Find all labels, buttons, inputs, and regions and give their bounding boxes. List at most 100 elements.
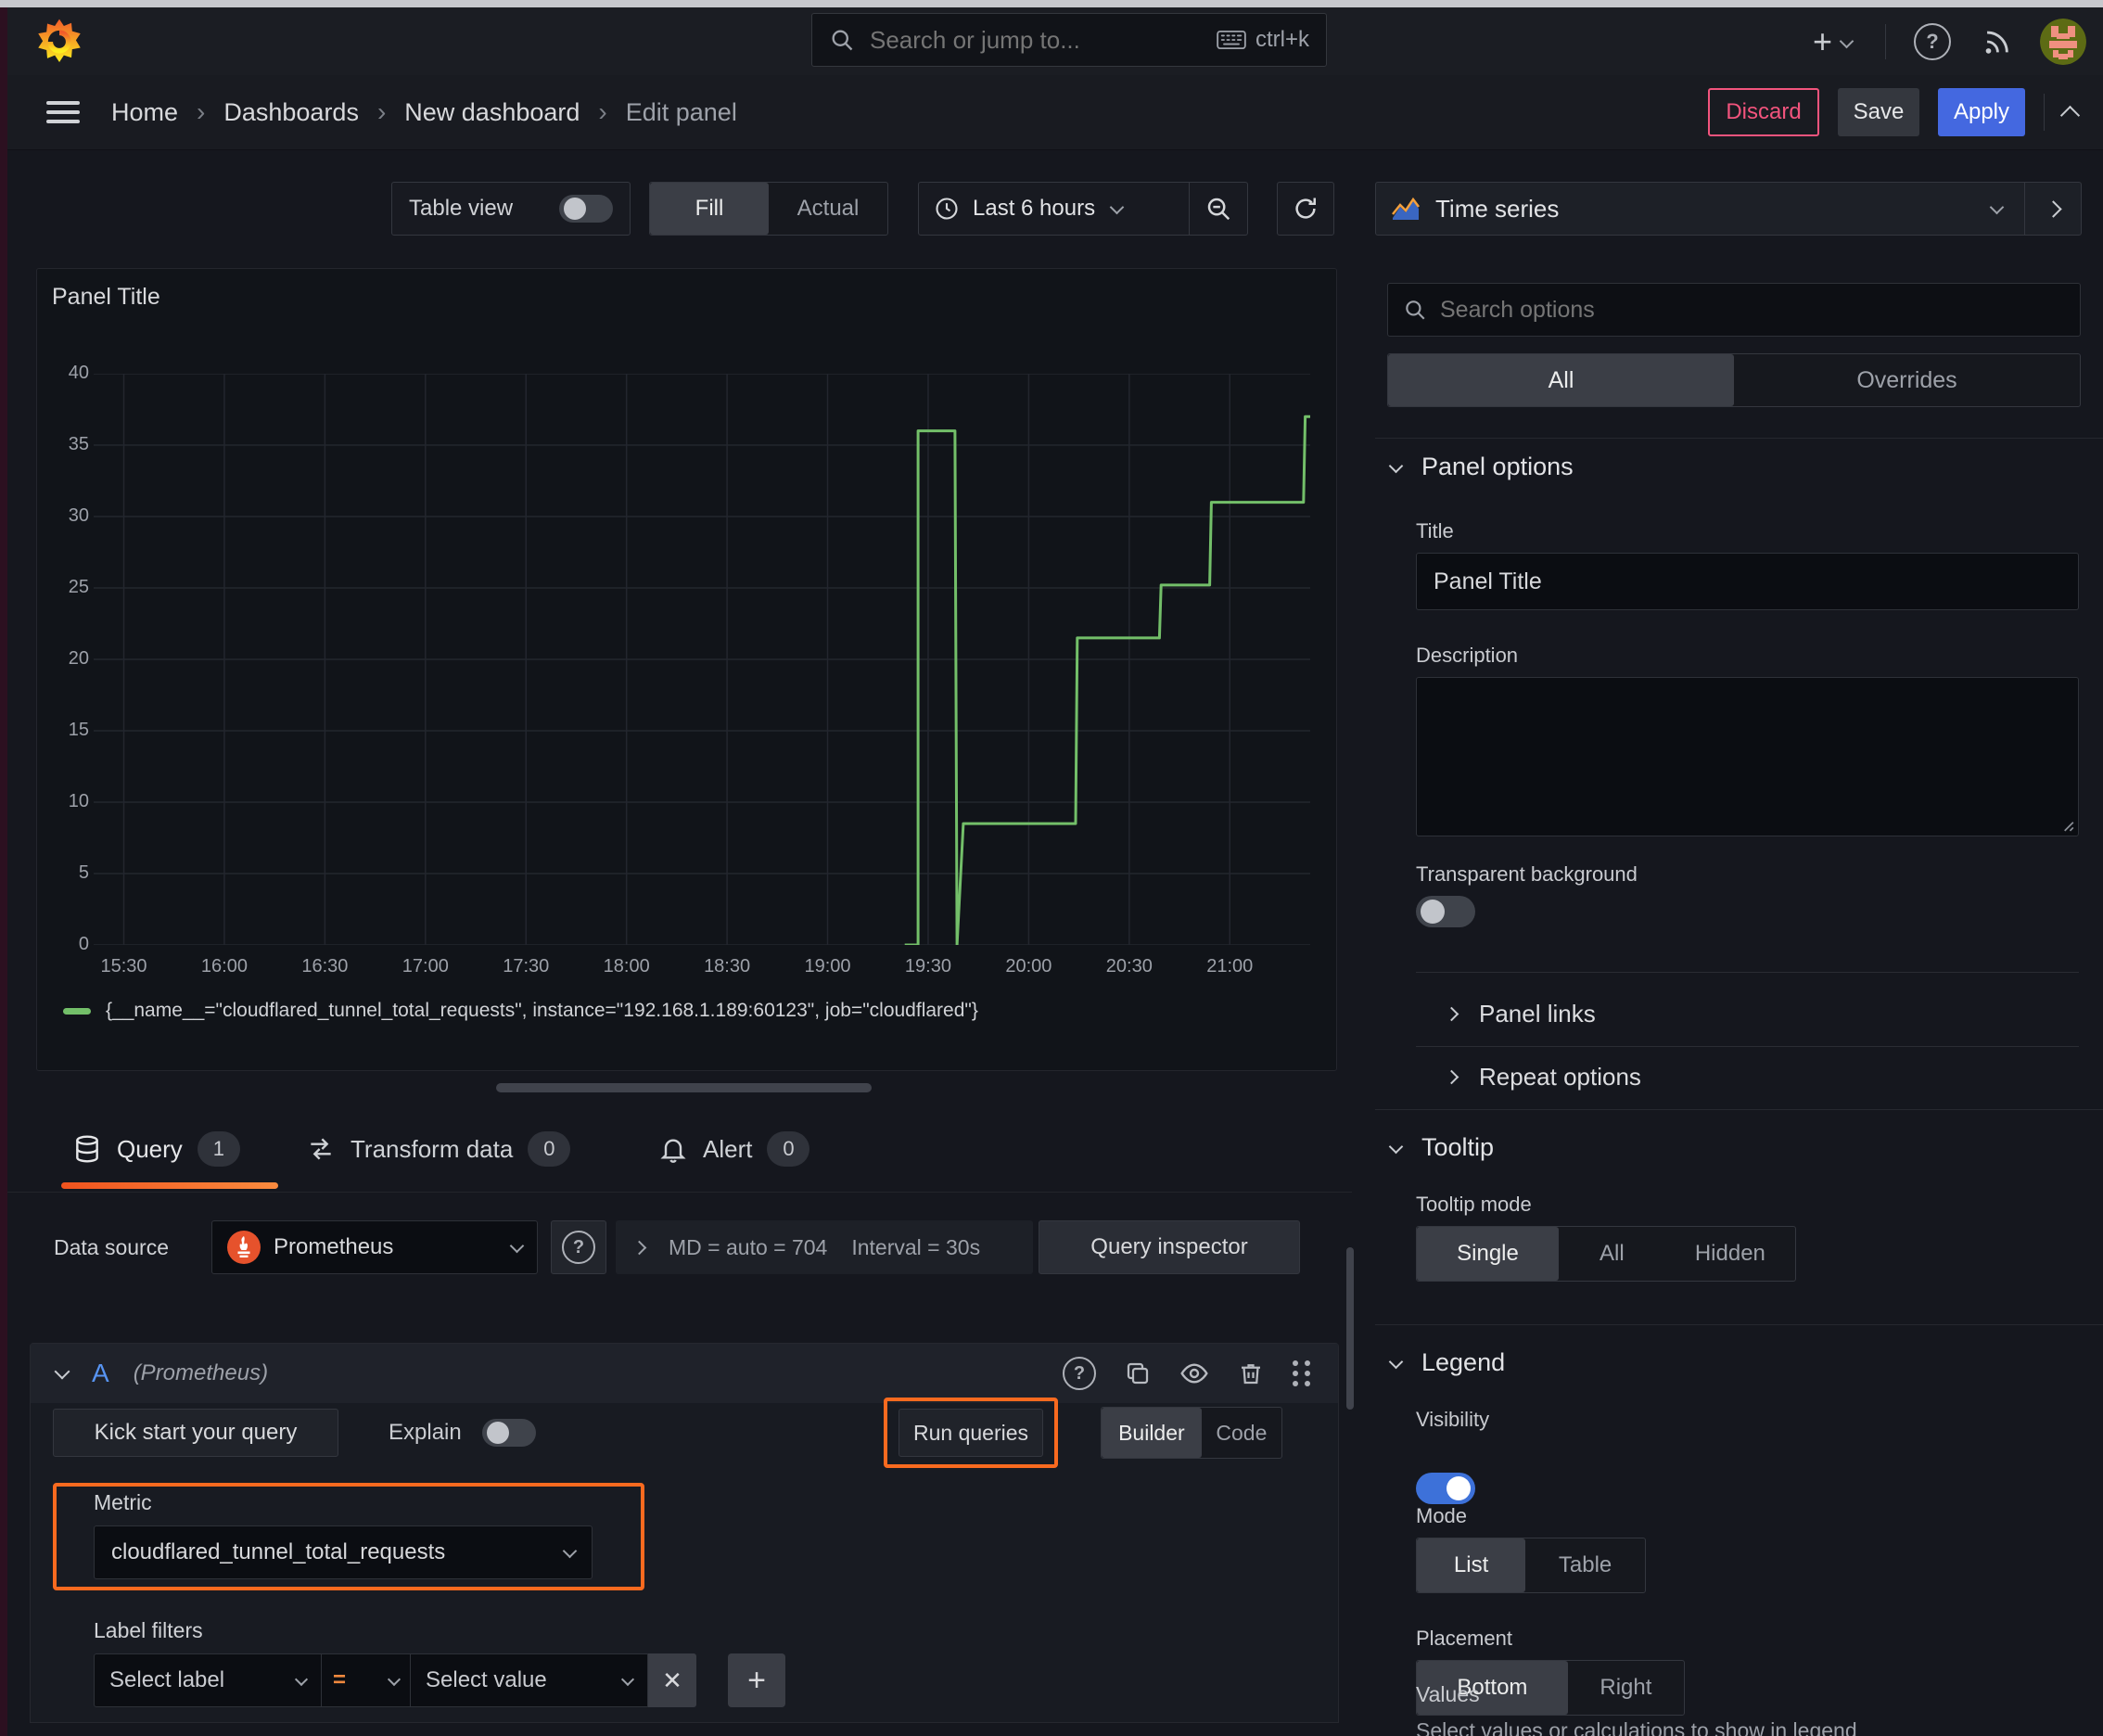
breadcrumb-home[interactable]: Home <box>111 98 178 127</box>
legend-visibility-toggle[interactable] <box>1416 1473 1475 1504</box>
horizontal-scrollbar[interactable] <box>496 1083 872 1092</box>
table-view-toggle[interactable] <box>559 195 613 223</box>
search-shortcut: ctrl+k <box>1255 27 1309 52</box>
query-inspector-button[interactable]: Query inspector <box>1039 1220 1300 1274</box>
chevron-down-icon <box>620 1672 635 1686</box>
explain-toggle[interactable] <box>481 1419 536 1447</box>
fill-option[interactable]: Fill <box>650 183 769 235</box>
legend-section-header[interactable]: Legend <box>1388 1348 1505 1377</box>
add-filter-button[interactable] <box>728 1653 785 1707</box>
copy-icon[interactable] <box>1124 1359 1152 1387</box>
tab-all[interactable]: All <box>1388 354 1734 406</box>
tab-transform[interactable]: Transform data 0 <box>306 1131 571 1167</box>
refresh-button[interactable] <box>1277 182 1334 236</box>
query-stats-bar: MD = auto = 704 Interval = 30s <box>616 1220 1033 1274</box>
tooltip-mode-label: Tooltip mode <box>1416 1193 1532 1216</box>
description-textarea[interactable] <box>1416 677 2079 836</box>
y-tick-label: 5 <box>78 862 89 883</box>
y-tick-label: 15 <box>68 720 89 740</box>
vertical-scrollbar[interactable] <box>1346 1247 1354 1410</box>
query-editor-card: A (Prometheus) Kick start your query Exp… <box>30 1343 1339 1723</box>
operator-dropdown[interactable]: = <box>322 1653 411 1707</box>
eye-icon[interactable] <box>1179 1359 1209 1388</box>
transform-count-badge: 0 <box>528 1131 571 1167</box>
news-icon[interactable] <box>1981 26 2012 57</box>
builder-option[interactable]: Builder <box>1102 1408 1202 1458</box>
actual-option[interactable]: Actual <box>769 183 887 235</box>
legend-values-description: Select values or calculations to show in… <box>1416 1718 1857 1736</box>
menu-icon[interactable] <box>46 96 80 129</box>
chevron-down-icon[interactable] <box>54 1363 70 1380</box>
tooltip-mode-hidden[interactable]: Hidden <box>1665 1227 1795 1281</box>
panel-links-header[interactable]: Panel links <box>1444 1000 1596 1028</box>
tab-query[interactable]: Query 1 <box>72 1131 240 1167</box>
grafana-logo-icon[interactable] <box>35 18 83 66</box>
collapse-header-icon[interactable] <box>2059 105 2081 125</box>
panel-title-input[interactable] <box>1416 553 2079 610</box>
avatar[interactable] <box>2040 18 2086 65</box>
chevron-right-icon[interactable] <box>631 1240 647 1255</box>
tab-overrides[interactable]: Overrides <box>1734 354 2080 406</box>
breadcrumb-bar: Home › Dashboards › New dashboard › Edit… <box>7 75 2103 150</box>
kick-start-query-button[interactable]: Kick start your query <box>53 1409 338 1457</box>
new-button[interactable]: + <box>1792 24 1872 58</box>
global-search-input[interactable] <box>868 24 1217 56</box>
options-search-input[interactable] <box>1438 295 2065 325</box>
legend-mode-list[interactable]: List <box>1417 1538 1526 1592</box>
breadcrumb-separator-icon: › <box>376 97 387 126</box>
chevron-down-icon <box>509 1238 525 1253</box>
global-search-box[interactable]: ctrl+k <box>811 13 1327 67</box>
remove-filter-button[interactable] <box>648 1653 696 1707</box>
discard-button[interactable]: Discard <box>1708 88 1819 136</box>
collapse-options-button[interactable] <box>2025 199 2081 218</box>
datasource-help-button[interactable] <box>551 1220 606 1274</box>
window-top-edge <box>0 0 2103 7</box>
help-icon[interactable] <box>1914 22 1951 60</box>
tab-alert[interactable]: Alert 0 <box>658 1131 810 1167</box>
tab-transform-label: Transform data <box>350 1134 514 1163</box>
query-row-header[interactable]: A (Prometheus) <box>31 1344 1338 1403</box>
legend-mode-table[interactable]: Table <box>1525 1538 1645 1592</box>
transform-icon <box>306 1134 336 1164</box>
code-option[interactable]: Code <box>1202 1408 1281 1458</box>
breadcrumb-edit-panel: Edit panel <box>625 97 737 126</box>
chart-svg[interactable] <box>94 373 1310 947</box>
explain-control: Explain <box>389 1409 536 1457</box>
repeat-options-header[interactable]: Repeat options <box>1444 1063 1641 1091</box>
run-queries-button[interactable]: Run queries <box>899 1409 1043 1457</box>
legend-series-label[interactable]: {__name__="cloudflared_tunnel_total_requ… <box>106 1000 978 1022</box>
breadcrumb-separator-icon: › <box>197 97 206 126</box>
resize-handle-icon[interactable] <box>2059 817 2074 832</box>
datasource-picker[interactable]: Prometheus <box>211 1220 538 1274</box>
tooltip-mode-all[interactable]: All <box>1559 1227 1665 1281</box>
topnav-actions: + <box>1792 7 2086 75</box>
transparent-background-toggle[interactable] <box>1416 896 1475 927</box>
chevron-down-icon <box>1839 33 1854 49</box>
breadcrumb-dashboards[interactable]: Dashboards <box>223 98 359 127</box>
help-icon <box>562 1231 595 1264</box>
visualization-picker[interactable]: Time series <box>1375 182 2082 236</box>
metric-select[interactable]: cloudflared_tunnel_total_requests <box>94 1525 593 1579</box>
time-range-picker[interactable]: Last 6 hours <box>919 196 1189 222</box>
editor-tabs: Query 1 Transform data 0 Alert 0 <box>7 1124 1352 1193</box>
breadcrumb-new-dashboard[interactable]: New dashboard <box>404 98 580 127</box>
zoom-out-button[interactable] <box>1190 195 1247 223</box>
select-label-dropdown[interactable]: Select label <box>94 1653 322 1707</box>
chart-panel[interactable]: Panel Title 0 5 10 15 20 25 30 35 40 15:30 16:00 1… <box>36 268 1337 1071</box>
panel-options-header[interactable]: Panel options <box>1388 453 1574 481</box>
legend-series-icon <box>63 1007 91 1015</box>
tooltip-section-header[interactable]: Tooltip <box>1388 1133 1494 1162</box>
datasource-value: Prometheus <box>274 1234 394 1259</box>
panel-actions: Discard Save Apply <box>1708 88 2081 136</box>
all-overrides-segment: All Overrides <box>1387 353 2081 407</box>
apply-button[interactable]: Apply <box>1938 88 2025 136</box>
trash-icon[interactable] <box>1237 1359 1265 1387</box>
chevron-down-icon <box>562 1543 578 1558</box>
tooltip-mode-single[interactable]: Single <box>1417 1227 1559 1281</box>
save-button[interactable]: Save <box>1838 88 1919 136</box>
select-value-dropdown[interactable]: Select value <box>411 1653 648 1707</box>
chart-plot[interactable] <box>94 373 1310 947</box>
help-icon[interactable] <box>1063 1357 1096 1390</box>
drag-handle-icon[interactable] <box>1293 1360 1312 1386</box>
options-search-box[interactable] <box>1387 283 2081 337</box>
